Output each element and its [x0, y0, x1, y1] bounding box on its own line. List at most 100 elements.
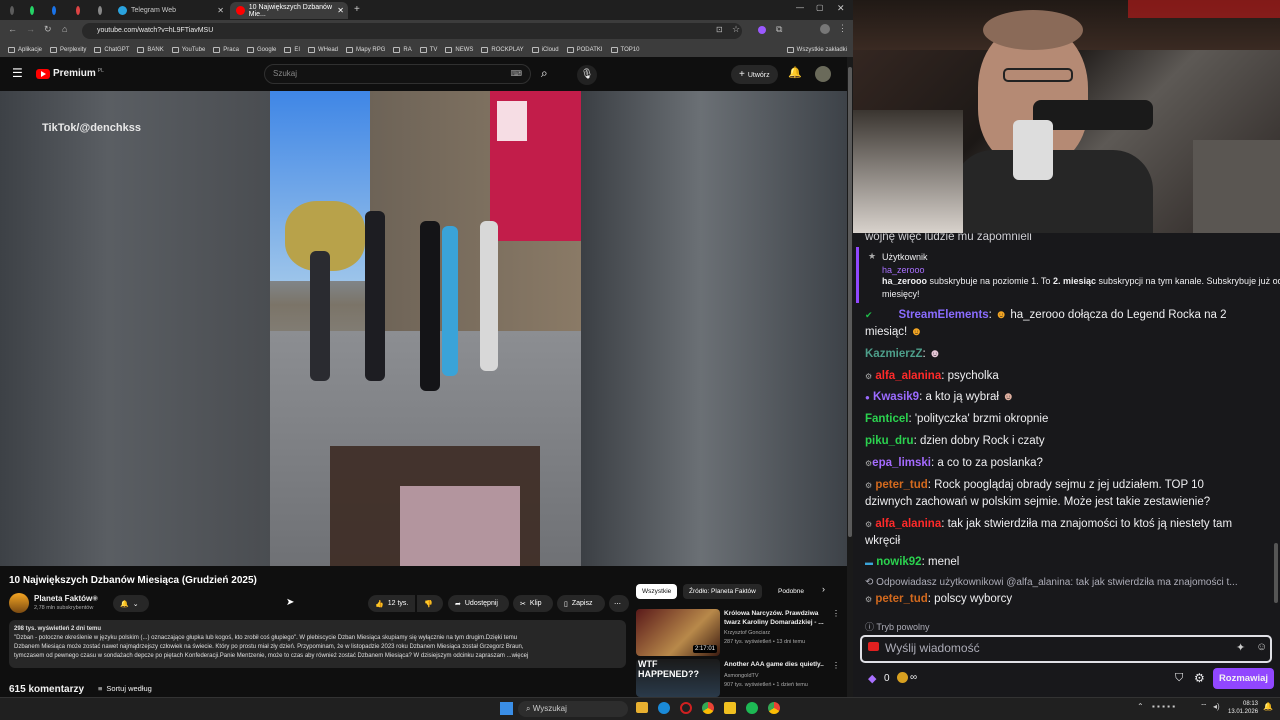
bookmark-item[interactable]: PODATKI: [566, 46, 603, 53]
video-thumbnail[interactable]: WTF HAPPENED??: [636, 659, 720, 697]
url-field[interactable]: youtube.com/watch?v=hL9FTiavMSU: [82, 23, 742, 39]
install-icon[interactable]: ⊡: [716, 25, 723, 34]
chat-send-button[interactable]: Rozmawiaj: [1213, 668, 1274, 689]
bookmark-item[interactable]: WHead: [308, 46, 338, 53]
bookmark-item[interactable]: RA: [393, 46, 412, 53]
close-tab-icon[interactable]: ✕: [337, 6, 344, 15]
tab-pinned-1[interactable]: [4, 2, 18, 19]
tab-pinned-2[interactable]: [24, 2, 38, 19]
video-player[interactable]: TikTok/@denchkss: [0, 91, 847, 566]
keyboard-icon[interactable]: ⌨: [510, 65, 522, 83]
youtube-logo[interactable]: Premium PL: [36, 68, 104, 79]
bookmark-item[interactable]: YouTube: [171, 46, 205, 53]
minimize-button[interactable]: —: [796, 3, 804, 12]
chrome-icon[interactable]: [702, 702, 714, 714]
bookmark-item[interactable]: Google: [246, 46, 276, 53]
tab-pinned-3[interactable]: [46, 2, 60, 19]
channel-avatar[interactable]: [9, 593, 29, 613]
back-icon[interactable]: ←: [8, 24, 17, 34]
windows-start-icon[interactable]: [500, 702, 513, 715]
more-options-icon[interactable]: ⋮: [832, 661, 840, 670]
volume-icon[interactable]: ◂): [1213, 702, 1220, 711]
channel-points-icon[interactable]: [897, 672, 908, 683]
sub-notice-user[interactable]: ha_zerooo: [882, 265, 925, 275]
profile-avatar[interactable]: [820, 24, 830, 34]
all-bookmarks[interactable]: Wszystkie zakładki: [786, 46, 847, 53]
chip-similar[interactable]: Podobne: [772, 584, 810, 599]
video-watermark: TikTok/@denchkss: [42, 122, 141, 134]
extension-icon[interactable]: [758, 26, 766, 34]
bookmark-item[interactable]: EI: [284, 46, 300, 53]
tab-telegram[interactable]: Telegram Web ✕: [112, 2, 228, 19]
new-tab-button[interactable]: +: [354, 4, 360, 15]
video-thumbnail[interactable]: 2:17:01: [636, 609, 720, 656]
sort-comments-button[interactable]: ≡ Sortuj według: [98, 684, 152, 693]
bookmark-item[interactable]: ChatGPT: [94, 46, 129, 53]
bookmark-item[interactable]: Praca: [213, 46, 239, 53]
like-button[interactable]: 👍 12 tys.: [368, 595, 415, 612]
notifications-bell-icon[interactable]: 🔔: [788, 66, 802, 79]
tray-chevron-icon[interactable]: ⌃: [1137, 702, 1144, 711]
tab-youtube[interactable]: 10 Największych Dzbanów Mie... ✕: [230, 2, 348, 19]
forward-icon[interactable]: →: [26, 24, 35, 34]
shield-icon[interactable]: ⛉: [1175, 672, 1183, 685]
bits-icon[interactable]: ✦: [1236, 641, 1245, 654]
bookmark-star-icon[interactable]: ☆: [732, 24, 740, 35]
close-window-button[interactable]: ✕: [837, 3, 845, 14]
bookmark-item[interactable]: Mapy RPG: [346, 46, 385, 53]
more-options-icon[interactable]: ⋮: [832, 609, 840, 618]
chip-source[interactable]: Źródło: Planeta Faktów: [683, 584, 762, 599]
tray-icons[interactable]: ▪ ▪ ▪ ▪ ▪: [1152, 702, 1175, 711]
menu-dots-icon[interactable]: ⋮: [838, 23, 847, 34]
reload-icon[interactable]: ↻: [44, 24, 52, 35]
microphone-icon[interactable]: 🎙: [577, 65, 597, 85]
account-avatar[interactable]: [815, 66, 831, 82]
dislike-button[interactable]: 👎: [417, 595, 443, 612]
file-explorer-icon[interactable]: [636, 702, 648, 713]
bookmark-item[interactable]: TOP10: [610, 46, 639, 53]
chat-scrollbar[interactable]: [1274, 543, 1278, 603]
bookmark-item[interactable]: Perplexity: [50, 46, 86, 53]
bits-diamond-icon[interactable]: ◆: [868, 672, 876, 685]
tab-pinned-4[interactable]: [70, 2, 84, 19]
network-icon[interactable]: ⌔: [1200, 702, 1208, 712]
tab-pinned-5[interactable]: [92, 2, 106, 19]
notification-bell-icon[interactable]: 🔔: [1263, 702, 1273, 711]
taskbar-search[interactable]: ⌕ Wyszukaj: [518, 701, 628, 717]
bookmark-item[interactable]: Aplikacje: [8, 46, 42, 53]
clip-button[interactable]: ✂ Klip: [513, 595, 553, 612]
subscription-bell-button[interactable]: 🔔 ⌄: [113, 595, 149, 612]
save-button[interactable]: ▯ Zapisz: [557, 595, 605, 612]
more-actions-button[interactable]: ⋯: [609, 595, 629, 612]
hamburger-menu-icon[interactable]: ☰: [12, 66, 23, 80]
bookmark-item[interactable]: NEWS: [445, 46, 473, 53]
emote-picker-icon[interactable]: ☺: [1256, 641, 1267, 653]
create-button[interactable]: + Utwórz: [731, 65, 778, 84]
chevron-right-icon[interactable]: ›: [822, 584, 825, 594]
related-video-title[interactable]: Królowa Narcyzów. Prawdziwa twarz Karolin…: [724, 609, 834, 627]
chat-input[interactable]: Wyślij wiadomość ✦ ☺: [860, 635, 1272, 663]
channel-name[interactable]: Planeta Faktów: [34, 594, 92, 603]
bookmark-item[interactable]: ROCKPLAY: [481, 46, 524, 53]
chrome-icon[interactable]: [768, 702, 780, 714]
chip-all[interactable]: Wszystkie: [636, 584, 678, 599]
bookmark-item[interactable]: TV: [419, 46, 437, 53]
settings-gear-icon[interactable]: ⚙: [1194, 671, 1205, 685]
extensions-icon[interactable]: ⧉: [776, 24, 782, 35]
chevron-down-icon: ⌄: [132, 600, 139, 608]
opera-icon[interactable]: [680, 702, 692, 714]
maximize-button[interactable]: ▢: [816, 3, 824, 12]
search-input[interactable]: Szukaj ⌨: [264, 64, 531, 84]
bookmark-item[interactable]: BANK: [137, 46, 164, 53]
notes-icon[interactable]: [724, 702, 736, 714]
bookmark-item[interactable]: iCloud: [531, 46, 559, 53]
clock[interactable]: 08:13 13.01.2026: [1228, 700, 1258, 716]
edge-icon[interactable]: [658, 702, 670, 714]
search-icon[interactable]: ⌕: [541, 66, 548, 81]
spotify-icon[interactable]: [746, 702, 758, 714]
share-button[interactable]: ➦ Udostępnij: [448, 595, 509, 612]
video-description[interactable]: 298 tys. wyświetleń 2 dni temu "Dzban - …: [9, 620, 626, 668]
home-icon[interactable]: ⌂: [62, 24, 67, 34]
related-video-title[interactable]: Another AAA game dies quietly..: [724, 661, 834, 668]
close-tab-icon[interactable]: ✕: [217, 6, 224, 15]
